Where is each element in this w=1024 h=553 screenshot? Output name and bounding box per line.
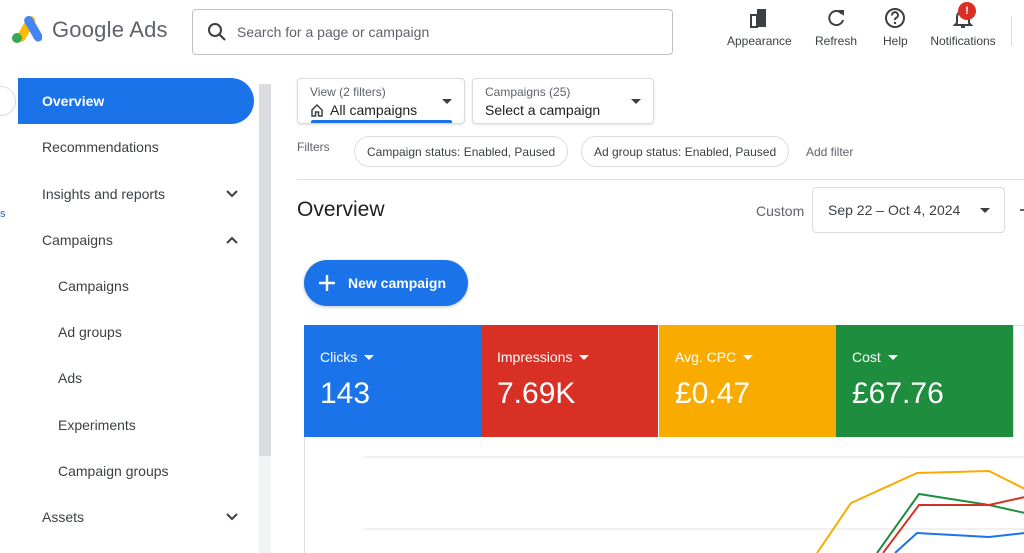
dropdown-caret-icon <box>364 354 375 360</box>
sidebar-item-label: Recommendations <box>42 139 159 155</box>
metric-label: Impressions <box>497 349 573 365</box>
performance-chart <box>304 437 1024 553</box>
sidebar-scroll-track[interactable] <box>259 456 271 553</box>
help-label: Help <box>883 34 908 48</box>
sidebar-item-label: Assets <box>42 509 85 525</box>
google-ads-logo-icon <box>12 16 42 43</box>
sidebar-item-insights-and-reports[interactable]: Insights and reports <box>18 171 254 217</box>
metric-card-clicks[interactable]: Clicks 143 <box>304 325 481 437</box>
chevron-down-icon[interactable] <box>226 190 238 198</box>
appearance-icon <box>750 9 767 28</box>
rail-text-fragment: s <box>0 208 6 220</box>
home-icon <box>311 103 323 117</box>
sidebar-item-label: Ad groups <box>58 324 122 340</box>
chevron-down-icon[interactable] <box>226 513 238 521</box>
dropdown-caret-icon <box>579 354 590 360</box>
help-button[interactable]: Help <box>883 6 908 48</box>
new-campaign-button[interactable]: New campaign <box>304 260 468 306</box>
page-title: Overview <box>297 198 385 221</box>
sidebar-item-overview[interactable]: Overview <box>18 78 254 124</box>
toolbar-divider <box>1011 16 1012 46</box>
metric-value: 143 <box>320 377 371 410</box>
metric-value: £67.76 <box>852 377 944 410</box>
campaign-selector[interactable]: Campaigns (25) Select a campaign <box>472 78 654 124</box>
performance-chart-svg <box>363 456 1024 553</box>
search-icon <box>208 23 226 41</box>
new-campaign-label: New campaign <box>348 275 447 291</box>
metric-label: Cost <box>852 349 881 365</box>
chart-series-clicks <box>894 531 1024 553</box>
metric-value: £0.47 <box>675 377 751 410</box>
dropdown-caret-icon <box>631 99 641 104</box>
campaign-selector-caption: Campaigns (25) <box>485 85 571 99</box>
dropdown-caret-icon <box>442 99 452 104</box>
notification-badge: ! <box>958 2 976 20</box>
dropdown-caret-icon <box>887 354 898 360</box>
add-filter-link[interactable]: Add filter <box>806 145 853 159</box>
notifications-button[interactable]: ! Notifications <box>928 2 998 48</box>
appearance-label: Appearance <box>727 34 792 48</box>
app-name: Google Ads <box>52 17 168 42</box>
sidebar-item-experiments[interactable]: Experiments <box>18 402 254 448</box>
chevron-up-icon[interactable] <box>226 236 238 244</box>
sidebar-scrollbar[interactable] <box>259 84 271 456</box>
metric-label: Avg. CPC <box>675 349 737 365</box>
view-selector-caption: View (2 filters) <box>310 85 386 99</box>
filter-chip-ad-group-status[interactable]: Ad group status: Enabled, Paused <box>581 136 790 167</box>
sidebar-item-campaigns[interactable]: Campaigns <box>18 263 254 309</box>
refresh-label: Refresh <box>815 34 858 48</box>
date-nav-arrow-icon[interactable] <box>1020 209 1024 211</box>
rail-toggle-button[interactable] <box>0 86 16 116</box>
dropdown-caret-icon <box>980 208 990 213</box>
metric-label: Clicks <box>320 349 358 365</box>
sidebar-item-campaign-groups[interactable]: Campaign groups <box>18 448 254 494</box>
filter-chip-campaign-status[interactable]: Campaign status: Enabled, Paused <box>354 136 569 167</box>
sidebar-item-label: Experiments <box>58 417 136 433</box>
view-selector-value: All campaigns <box>330 102 418 118</box>
view-selector[interactable]: View (2 filters) All campaigns <box>297 78 465 124</box>
google-ads-logo[interactable]: Google Ads <box>10 16 168 44</box>
sidebar-item-label: Insights and reports <box>42 186 165 202</box>
view-selector-underline <box>311 120 452 123</box>
sidebar-item-label: Campaigns <box>58 278 129 294</box>
filters-label: Filters <box>297 140 330 154</box>
metric-card-cost[interactable]: Cost £67.76 <box>836 325 1013 437</box>
date-range-picker[interactable]: Sep 22 – Oct 4, 2024 <box>812 187 1005 233</box>
campaign-selector-value: Select a campaign <box>485 102 601 118</box>
metric-card-avg-cpc[interactable]: Avg. CPC £0.47 <box>659 325 836 437</box>
notifications-label: Notifications <box>930 34 996 48</box>
chart-series-avg-cpc <box>816 469 1024 553</box>
search-box[interactable] <box>192 9 673 55</box>
dropdown-caret-icon <box>743 354 754 360</box>
metric-card-next-partial[interactable] <box>1013 325 1024 437</box>
refresh-button[interactable]: Refresh <box>815 6 857 48</box>
date-range-type-label: Custom <box>756 203 805 219</box>
appearance-button[interactable]: Appearance <box>727 6 792 48</box>
metric-card-impressions[interactable]: Impressions 7.69K <box>481 325 658 437</box>
sidebar-item-ad-groups[interactable]: Ad groups <box>18 309 254 355</box>
sidebar-item-label: Overview <box>42 93 105 109</box>
date-range-value: Sep 22 – Oct 4, 2024 <box>828 202 961 218</box>
metric-value: 7.69K <box>497 377 576 410</box>
sidebar-item-ads[interactable]: Ads <box>18 355 254 401</box>
sidebar-item-assets[interactable]: Assets <box>18 494 254 540</box>
sidebar-item-campaigns-group[interactable]: Campaigns <box>18 217 254 263</box>
plus-icon <box>319 275 335 291</box>
divider <box>297 179 1024 180</box>
sidebar-nav: Overview Recommendations Insights and re… <box>18 70 258 553</box>
sidebar-item-recommendations[interactable]: Recommendations <box>18 124 254 170</box>
refresh-icon <box>828 10 845 27</box>
sidebar-item-label: Ads <box>58 370 83 386</box>
sidebar-item-label: Campaign groups <box>58 463 169 479</box>
help-icon <box>885 8 906 28</box>
top-bar: Google Ads Appearance Refresh Help <box>0 0 1024 64</box>
search-input[interactable] <box>237 24 637 40</box>
sidebar-item-label: Campaigns <box>42 232 113 248</box>
